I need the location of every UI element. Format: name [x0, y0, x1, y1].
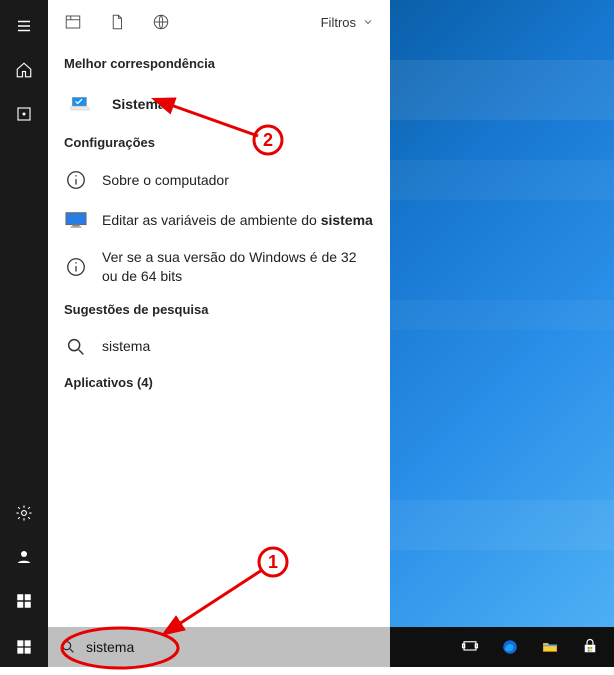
search-input[interactable]: [86, 639, 378, 655]
search-results-panel: Filtros Melhor correspondência Sistema C…: [48, 0, 390, 627]
result-settings-about[interactable]: Sobre o computador: [64, 160, 374, 200]
filters-dropdown[interactable]: Filtros: [321, 15, 374, 30]
chevron-down-icon: [362, 16, 374, 28]
scope-apps-icon[interactable]: [64, 13, 82, 31]
file-explorer-icon[interactable]: [530, 627, 570, 667]
taskbar-search-box[interactable]: [48, 627, 390, 667]
laptop-checked-icon: [64, 89, 98, 119]
search-icon: [60, 639, 76, 655]
result-settings-envvars[interactable]: Editar as variáveis de ambiente do siste…: [64, 200, 374, 240]
store-icon[interactable]: [570, 627, 610, 667]
search-scope-bar: Filtros: [48, 0, 390, 44]
result-text: sistema: [102, 337, 374, 356]
result-text: Editar as variáveis de ambiente do siste…: [102, 211, 374, 230]
hamburger-icon[interactable]: [0, 4, 48, 48]
result-suggestion-sistema[interactable]: sistema: [64, 327, 374, 367]
desktop-wallpaper: [390, 0, 614, 627]
monitor-icon: [64, 208, 88, 232]
account-icon[interactable]: [0, 92, 48, 136]
section-apps: Aplicativos (4): [64, 375, 374, 390]
result-text: Sobre o computador: [102, 171, 374, 190]
user-icon[interactable]: [0, 535, 48, 579]
settings-gear-icon[interactable]: [0, 491, 48, 535]
home-icon[interactable]: [0, 48, 48, 92]
section-suggestions: Sugestões de pesquisa: [64, 302, 374, 317]
start-button[interactable]: [0, 627, 48, 667]
scope-web-icon[interactable]: [152, 13, 170, 31]
result-best-title: Sistema: [112, 95, 374, 114]
taskbar: [0, 627, 614, 667]
result-best-sistema[interactable]: Sistema: [64, 81, 374, 127]
power-or-start-icon[interactable]: [0, 579, 48, 623]
info-icon: [64, 168, 88, 192]
info-icon: [64, 255, 88, 279]
result-settings-bits[interactable]: Ver se a sua versão do Windows é de 32 o…: [64, 240, 374, 294]
taskbar-rest: [390, 627, 614, 667]
edge-icon[interactable]: [490, 627, 530, 667]
result-text: Ver se a sua versão do Windows é de 32 o…: [102, 248, 374, 286]
scope-documents-icon[interactable]: [108, 13, 126, 31]
section-best-match: Melhor correspondência: [64, 56, 374, 71]
search-results-body: Melhor correspondência Sistema Configura…: [48, 44, 390, 627]
section-settings: Configurações: [64, 135, 374, 150]
search-icon: [64, 335, 88, 359]
filters-label: Filtros: [321, 15, 356, 30]
start-rail: [0, 0, 48, 627]
task-view-icon[interactable]: [450, 627, 490, 667]
